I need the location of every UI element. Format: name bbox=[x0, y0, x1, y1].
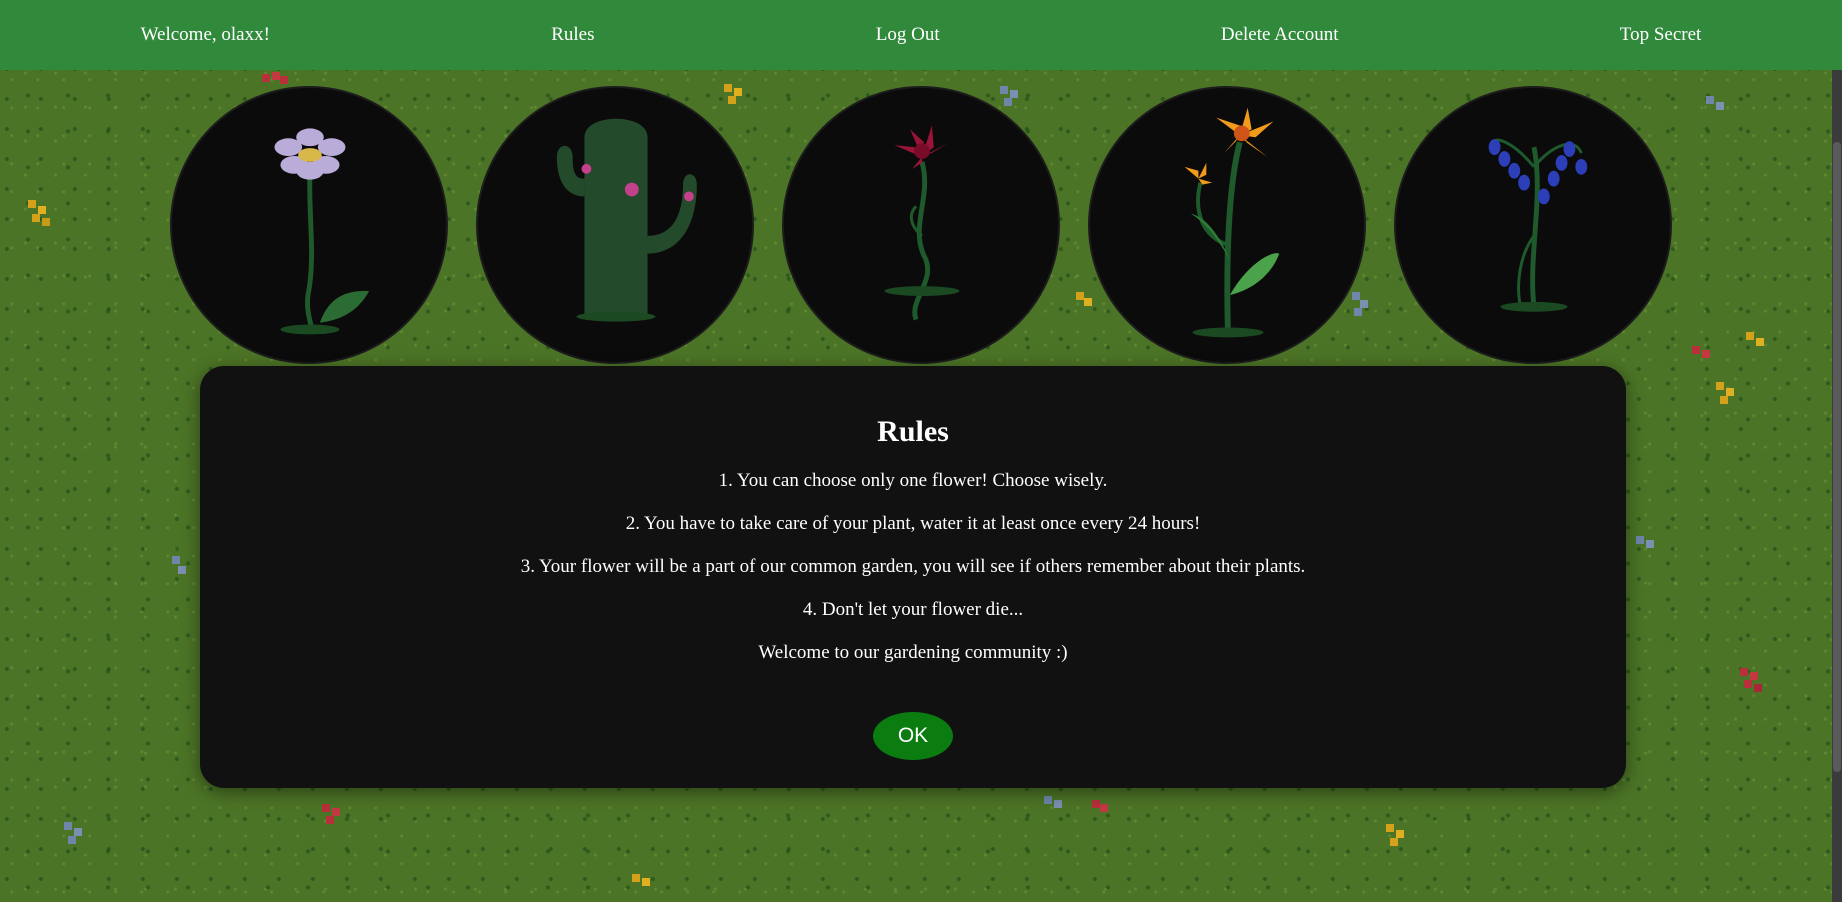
flower-option-red-lily[interactable] bbox=[782, 86, 1060, 364]
ok-button[interactable]: OK bbox=[873, 712, 953, 760]
modal-title: Rules bbox=[877, 415, 949, 448]
yellow-flower-icon bbox=[632, 874, 654, 896]
yellow-flower-icon bbox=[1716, 382, 1738, 404]
flower-option-orange-lily[interactable] bbox=[1088, 86, 1366, 364]
rules-list: 1. You can choose only one flower! Choos… bbox=[200, 470, 1626, 664]
flower-option-daisy[interactable] bbox=[170, 86, 448, 364]
flower-option-cactus[interactable] bbox=[476, 86, 754, 364]
flower-choices bbox=[0, 86, 1842, 366]
welcome-user-link[interactable]: Welcome, olaxx! bbox=[141, 24, 270, 46]
orange-lily-flower-icon bbox=[1184, 107, 1280, 338]
flower-option-bluebell[interactable] bbox=[1394, 86, 1672, 364]
rules-link[interactable]: Rules bbox=[551, 24, 594, 46]
blue-flower-icon bbox=[64, 822, 86, 844]
delete-account-link[interactable]: Delete Account bbox=[1221, 24, 1339, 46]
rule-item: 1. You can choose only one flower! Choos… bbox=[718, 470, 1108, 491]
cactus-plant-icon bbox=[556, 118, 697, 322]
logout-link[interactable]: Log Out bbox=[876, 24, 940, 46]
rule-item: 3. Your flower will be a part of our com… bbox=[520, 556, 1306, 577]
rules-modal: Rules 1. You can choose only one flower!… bbox=[200, 366, 1626, 788]
blue-flower-icon bbox=[1636, 536, 1658, 558]
daisy-flower-icon bbox=[274, 128, 370, 335]
top-navbar: Welcome, olaxx! Rules Log Out Delete Acc… bbox=[0, 0, 1842, 70]
red-flower-icon bbox=[1740, 668, 1762, 692]
blue-flower-icon bbox=[1044, 796, 1066, 818]
rule-item: 4. Don't let your flower die... bbox=[802, 599, 1024, 620]
bluebell-flower-icon bbox=[1488, 138, 1588, 312]
welcome-message: Welcome to our gardening community :) bbox=[758, 642, 1068, 663]
rule-item: 2. You have to take care of your plant, … bbox=[625, 513, 1201, 534]
yellow-flower-icon bbox=[1386, 824, 1408, 846]
red-flower-icon bbox=[322, 804, 344, 826]
blue-flower-icon bbox=[172, 556, 194, 578]
top-secret-link[interactable]: Top Secret bbox=[1620, 24, 1702, 46]
red-lily-flower-icon bbox=[884, 125, 960, 321]
red-flower-icon bbox=[1092, 800, 1114, 822]
